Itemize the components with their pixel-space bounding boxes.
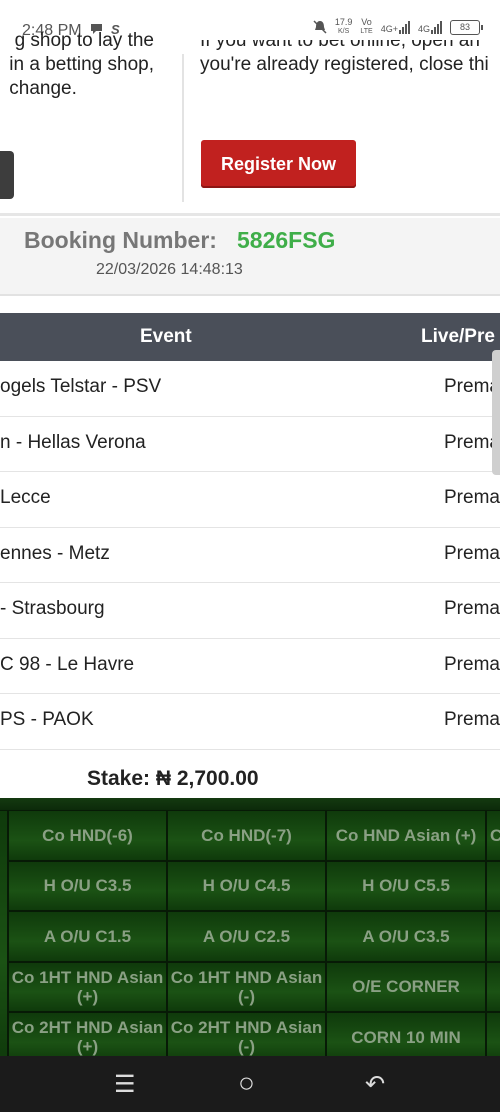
market-option[interactable]: Co 1HT HND Asian (-) (167, 961, 326, 1012)
market-option[interactable]: Co 2HT HND Asian (+) (8, 1012, 167, 1056)
table-row: ogels Telstar - PSV Prema (0, 361, 500, 417)
event-name: - Strasbourg (0, 598, 105, 619)
info-left-column: g shop to lay the in a betting shop, cha… (0, 30, 180, 216)
table-row: n - Hellas Verona Prema (0, 416, 500, 472)
event-status: Prema (444, 487, 500, 508)
network-label-1: 4G+ (380, 24, 398, 34)
event-status: Prema (444, 598, 500, 619)
signal-icon-2 (431, 20, 442, 34)
market-option[interactable]: H O/U C4.5 (167, 860, 326, 911)
market-option[interactable] (486, 860, 500, 911)
market-option[interactable]: Co 2HT HND Asian (-) (167, 1012, 326, 1056)
market-grid-top (0, 798, 500, 810)
info-right-line-2: you're already registered, close thi (200, 54, 489, 75)
table-row: C 98 - Le Havre Prema (0, 638, 500, 694)
market-option[interactable] (486, 961, 500, 1012)
android-nav-bar: ☰ ○ ↶ (0, 1056, 500, 1112)
event-name: n - Hellas Verona (0, 431, 146, 453)
info-section: g shop to lay the in a betting shop, cha… (0, 30, 500, 216)
header-event: Event (140, 326, 192, 347)
table-row: - Strasbourg Prema (0, 583, 500, 639)
events-table-body: ogels Telstar - PSV Prema n - Hellas Ver… (0, 361, 500, 750)
booking-label: Booking Number: (24, 227, 217, 253)
booking-code[interactable]: 5826FSG (237, 227, 335, 254)
info-left-line-2: in a betting shop, (9, 54, 154, 75)
market-option[interactable]: A O/U C3.5 (326, 911, 486, 962)
market-option[interactable]: Co HND(-7) (167, 810, 326, 861)
event-status: Prema (444, 709, 500, 730)
booking-date: 22/03/2026 14:48:13 (96, 261, 243, 278)
market-option[interactable]: C (486, 810, 500, 861)
event-name: PS - PAOK (0, 709, 94, 730)
event-name: C 98 - Le Havre (0, 653, 135, 675)
back-icon[interactable]: ↶ (365, 1070, 385, 1099)
info-right-column: If you want to bet online, open an you'r… (200, 40, 500, 216)
network-label-2: 4G (417, 24, 430, 34)
event-name: ennes - Metz (0, 542, 110, 564)
market-option[interactable]: A O/U C2.5 (167, 911, 326, 962)
register-now-button[interactable]: Register Now (201, 140, 356, 188)
system-icons: 17.9 K/S Vo LTE 4G+ 4G 83 (313, 17, 483, 36)
volte-label: Vo (361, 17, 372, 27)
market-option[interactable]: Co HND Asian (+) (326, 810, 486, 861)
signal-icon (398, 20, 410, 34)
table-row: PS - PAOK Prema (0, 694, 500, 750)
app-root: 2:48 PM S 17.9 K/S Vo LTE 4G+ 4G 83 g sh… (0, 0, 500, 1112)
battery-level: 83 (459, 22, 470, 32)
info-right-line-1: If you want to bet online, open an (200, 40, 480, 51)
market-option[interactable]: CORN 10 MIN (326, 1012, 486, 1056)
recent-apps-icon[interactable]: ☰ (114, 1070, 136, 1099)
events-table-header: Event Live/Pre (0, 313, 500, 361)
stake-amount: Stake: ₦ 2,700.00 (87, 767, 259, 790)
speed-unit: K/S (337, 28, 350, 35)
lte-label: LTE (360, 28, 373, 35)
stake-row: Stake: ₦ 2,700.00 (0, 752, 500, 800)
market-option[interactable]: O/E CORNER (326, 961, 486, 1012)
market-option[interactable]: Co 1HT HND Asian (+) (8, 961, 167, 1012)
market-option[interactable]: A O/U C1.5 (8, 911, 167, 962)
info-left-line-3: change. (9, 78, 77, 99)
market-option[interactable]: H O/U C3.5 (8, 860, 167, 911)
header-live-prematch: Live/Pre (421, 326, 495, 347)
left-action-button[interactable] (0, 151, 14, 199)
speed-value: 17.9 (334, 17, 353, 27)
event-status: Prema (444, 542, 500, 564)
event-name: Lecce (0, 487, 51, 508)
market-grid: Co HND(-6) Co HND(-7) Co HND Asian (+) C H O… (0, 798, 500, 1056)
event-status: Prema (444, 653, 500, 675)
mute-bell-icon (313, 20, 327, 34)
column-divider (182, 54, 184, 202)
market-option[interactable]: H O/U C5.5 (326, 860, 486, 911)
table-row: ennes - Metz Prema (0, 527, 500, 583)
market-option-edge (0, 810, 8, 1056)
booking-panel: Booking Number: 5826FSG 22/03/2026 14:48… (0, 218, 500, 296)
battery-icon: 83 (450, 19, 483, 35)
home-icon[interactable]: ○ (238, 1067, 255, 1099)
event-name: ogels Telstar - PSV (0, 376, 162, 397)
market-option[interactable] (486, 1012, 500, 1056)
market-option[interactable] (486, 911, 500, 962)
info-left-line-1: g shop to lay the (14, 30, 154, 51)
table-row: Lecce Prema (0, 472, 500, 528)
scrollbar[interactable] (492, 350, 500, 475)
market-option[interactable]: Co HND(-6) (8, 810, 167, 861)
